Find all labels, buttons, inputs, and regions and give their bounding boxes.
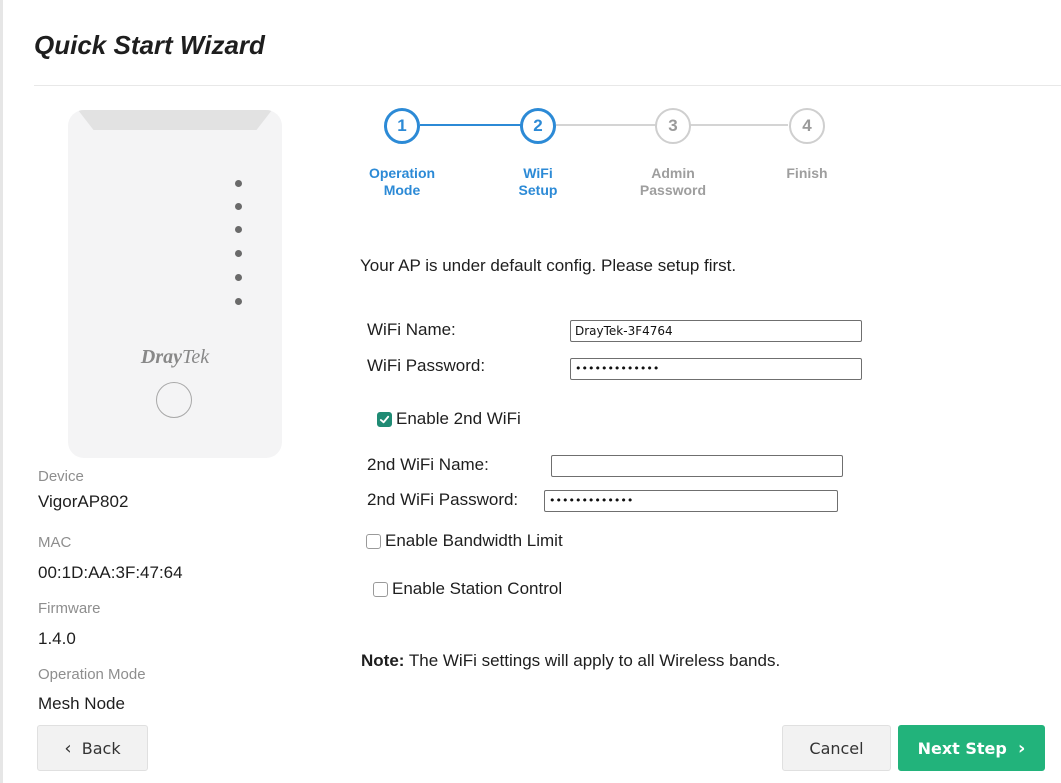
second-wifi-password-label: 2nd WiFi Password:	[367, 490, 519, 509]
page-title: Quick Start Wizard	[34, 30, 265, 60]
step-connector-3-4	[690, 124, 788, 126]
chevron-left-icon: ‹	[64, 737, 72, 759]
left-border	[0, 0, 3, 783]
step-1-label: Operation Mode	[368, 165, 436, 198]
led-indicator	[235, 180, 242, 187]
step-1-circle: 1	[384, 108, 420, 144]
step-4-circle: 4	[789, 108, 825, 144]
step-3-circle: 3	[655, 108, 691, 144]
station-control-option[interactable]: Enable Station Control	[373, 579, 562, 599]
step-2-circle: 2	[520, 108, 556, 144]
title-divider	[34, 85, 1061, 86]
operation-mode-value: Mesh Node	[38, 694, 125, 713]
led-indicator	[235, 250, 242, 257]
wifi-password-label: WiFi Password:	[367, 356, 486, 375]
back-button[interactable]: ‹ Back	[37, 725, 148, 771]
device-value: VigorAP802	[38, 492, 129, 511]
second-wifi-password-input[interactable]: •••••••••••••	[544, 490, 838, 512]
bandwidth-limit-checkbox[interactable]	[366, 533, 381, 549]
station-control-checkbox[interactable]	[373, 581, 388, 597]
wifi-name-label: WiFi Name:	[367, 320, 456, 339]
device-top-cap	[78, 110, 272, 130]
enable-2nd-wifi-option[interactable]: Enable 2nd WiFi	[377, 409, 521, 429]
bandwidth-limit-option[interactable]: Enable Bandwidth Limit	[366, 531, 563, 551]
bandwidth-limit-label: Enable Bandwidth Limit	[385, 531, 563, 550]
brand-logo: DrayTek	[140, 346, 210, 368]
chevron-right-icon: ›	[1017, 737, 1026, 759]
cancel-button[interactable]: Cancel	[782, 725, 891, 771]
led-indicator	[235, 226, 242, 233]
intro-text: Your AP is under default config. Please …	[360, 256, 737, 275]
step-4-label: Finish	[786, 165, 828, 181]
step-connector-2-3	[556, 124, 656, 126]
wifi-name-input[interactable]: DrayTek-3F4764	[570, 320, 862, 342]
checkmark-icon	[379, 415, 390, 423]
wifi-note: Note: The WiFi settings will apply to al…	[361, 651, 781, 670]
second-wifi-name-label: 2nd WiFi Name:	[367, 455, 489, 474]
device-label: Device	[38, 468, 84, 485]
device-image: DrayTek	[68, 110, 282, 458]
firmware-value: 1.4.0	[38, 629, 76, 648]
station-control-label: Enable Station Control	[392, 579, 563, 598]
step-connector-1-2	[420, 124, 522, 126]
next-step-button[interactable]: Next Step ›	[898, 725, 1045, 771]
device-button-illustration	[156, 382, 192, 418]
led-indicator	[235, 203, 242, 210]
step-3-label: Admin Password	[639, 165, 707, 198]
enable-2nd-wifi-checkbox[interactable]	[377, 411, 392, 427]
operation-mode-label: Operation Mode	[38, 666, 146, 683]
enable-2nd-wifi-label: Enable 2nd WiFi	[396, 409, 521, 428]
firmware-label: Firmware	[38, 600, 101, 617]
mac-label: MAC	[38, 534, 72, 551]
mac-value: 00:1D:AA:3F:47:64	[38, 563, 183, 582]
second-wifi-name-input[interactable]	[551, 455, 843, 477]
step-2-label: WiFi Setup	[518, 165, 558, 198]
led-indicator	[235, 274, 242, 281]
wifi-password-input[interactable]: •••••••••••••	[570, 358, 862, 380]
led-indicator	[235, 298, 242, 305]
